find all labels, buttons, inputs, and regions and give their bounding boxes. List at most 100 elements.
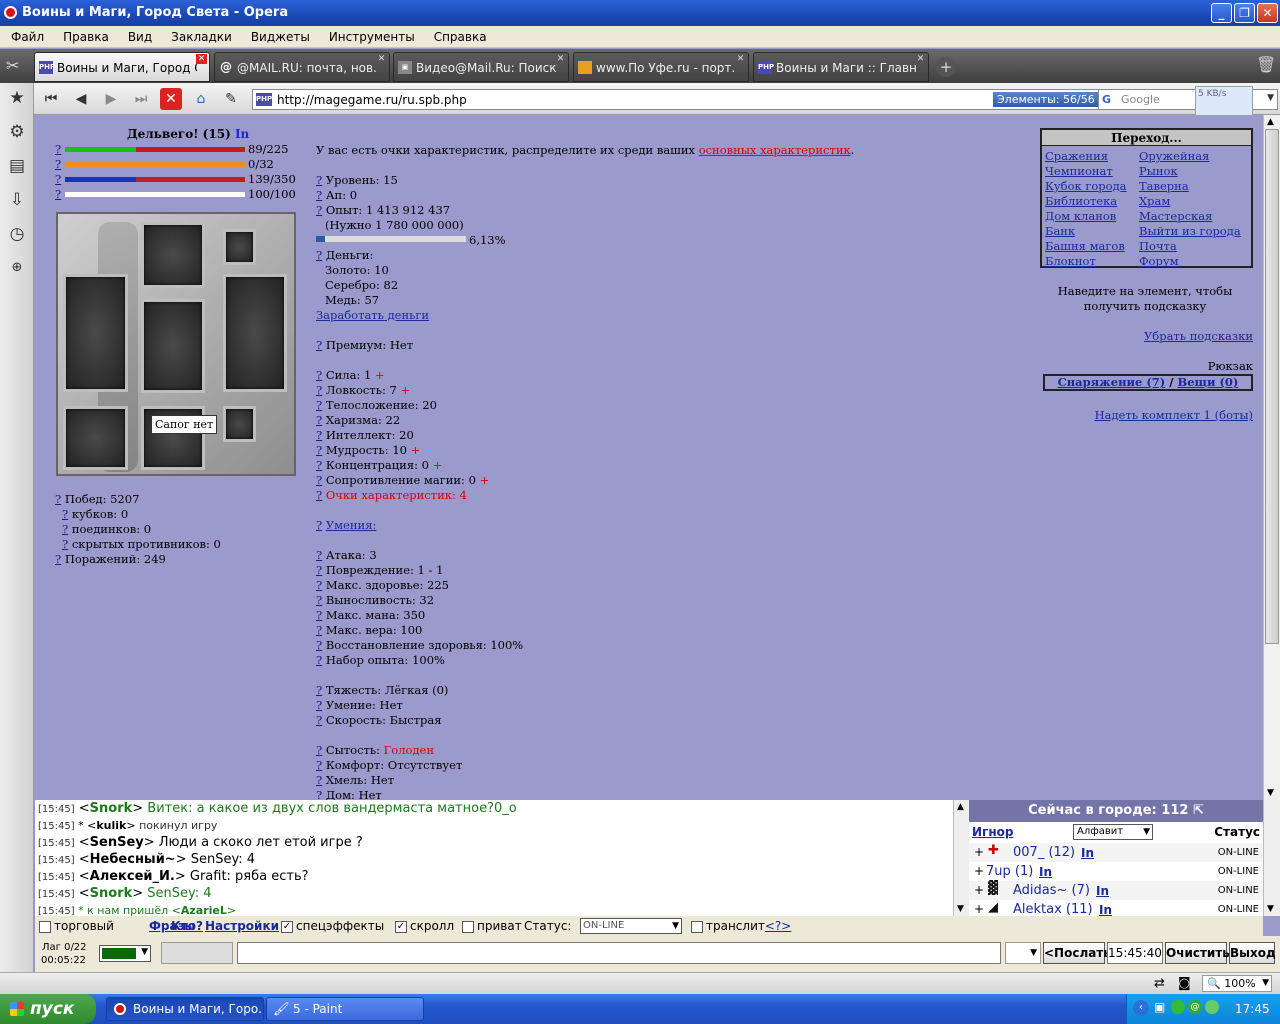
close-tab-icon[interactable]: ✕ xyxy=(196,54,207,64)
translit-option[interactable]: транслит<?> xyxy=(691,919,791,933)
send-button[interactable]: <Послать xyxy=(1043,942,1111,964)
help-link[interactable]: ? xyxy=(316,458,322,472)
clear-button[interactable]: Очистить xyxy=(1165,942,1230,964)
help-link[interactable]: ? xyxy=(316,383,322,397)
popout-icon[interactable]: ⇱ xyxy=(1193,803,1204,818)
online-user-name[interactable]: 007_ (12) xyxy=(1013,845,1075,860)
zoom-select[interactable]: 🔍 100% ▼ xyxy=(1202,975,1272,992)
help-link[interactable]: ? xyxy=(316,548,322,562)
help-link[interactable]: ? xyxy=(62,537,68,551)
address-bar[interactable]: PHP http://magegame.ru/ru.spb.php Элемен… xyxy=(252,89,1122,110)
help-link[interactable]: ? xyxy=(316,428,322,442)
help-link[interactable]: ? xyxy=(316,203,322,217)
ring-slot[interactable] xyxy=(223,406,256,442)
close-tab-icon[interactable]: ✕ xyxy=(735,54,746,64)
help-link[interactable]: ? xyxy=(316,608,322,622)
help-link[interactable]: ? xyxy=(316,638,322,652)
network-tray-icon[interactable]: ▣ xyxy=(1154,1000,1165,1014)
status-select[interactable]: ON-LINE ▼ xyxy=(580,918,682,934)
help-link[interactable]: ? xyxy=(316,563,322,577)
nav-link-right-0[interactable]: Оружейная xyxy=(1139,149,1241,164)
nav-link-left-4[interactable]: Дом кланов xyxy=(1045,209,1127,224)
ignore-link[interactable]: Игнор xyxy=(972,825,1013,839)
nav-link-right-2[interactable]: Таверна xyxy=(1139,179,1241,194)
private-checkbox[interactable] xyxy=(462,920,474,933)
chat-message-input[interactable] xyxy=(237,942,1001,964)
mana-help-link[interactable]: ? xyxy=(55,157,61,171)
agility-plus-button[interactable]: + xyxy=(401,383,411,397)
help-link[interactable]: ? xyxy=(316,593,322,607)
help-link[interactable]: ? xyxy=(316,413,322,427)
chat-nick[interactable]: Snork xyxy=(90,801,133,816)
task-opera[interactable]: Воины и Маги, Горо... xyxy=(106,997,264,1021)
help-link[interactable]: ? xyxy=(316,368,322,382)
back-icon[interactable]: ◀ xyxy=(70,88,92,110)
chat-nick[interactable]: kulik xyxy=(96,819,126,832)
trade-option[interactable]: торговый xyxy=(39,919,114,933)
nav-link-right-1[interactable]: Рынок xyxy=(1139,164,1241,179)
tab-warriors-main[interactable]: PHP Воины и Маги :: Главная ✕ xyxy=(753,52,929,82)
amulet-slot[interactable] xyxy=(223,229,256,265)
maximize-button[interactable]: ❐ xyxy=(1234,3,1255,23)
chat-nick[interactable]: Небесный~ xyxy=(90,852,176,867)
history-clock-icon[interactable]: ◷ xyxy=(6,223,28,245)
notes-icon[interactable]: ▤ xyxy=(6,155,28,177)
scroll-down-icon[interactable]: ▼ xyxy=(1267,904,1274,914)
gloves-slot[interactable] xyxy=(63,406,128,470)
transfers-icon[interactable]: ⇩ xyxy=(6,189,28,211)
user-in-link[interactable]: In xyxy=(1096,884,1109,898)
armor-slot[interactable] xyxy=(141,299,205,393)
trade-checkbox[interactable] xyxy=(39,920,51,933)
chat-nick[interactable]: SenSey xyxy=(90,835,144,850)
concentration-plus-button[interactable]: + xyxy=(433,458,443,472)
search-dropdown-icon[interactable]: ▼ xyxy=(1267,93,1274,103)
help-link[interactable]: ? xyxy=(316,698,322,712)
help-link[interactable]: ? xyxy=(316,788,322,800)
hp-help-link[interactable]: ? xyxy=(55,142,61,156)
help-link[interactable]: ? xyxy=(316,773,322,787)
settings-link[interactable]: Настройки xyxy=(205,919,279,933)
rewind-icon[interactable]: ⏮ xyxy=(40,88,62,110)
remove-hints-link[interactable]: Убрать подсказки xyxy=(1144,329,1253,343)
new-tab-button[interactable]: + xyxy=(936,57,956,77)
translit-checkbox[interactable] xyxy=(691,920,703,933)
fast-forward-icon[interactable]: ⏭ xyxy=(130,88,152,110)
user-in-link[interactable]: In xyxy=(1039,865,1052,879)
scroll-down-icon[interactable]: ▼ xyxy=(957,904,964,914)
faith-help-link[interactable]: ? xyxy=(55,172,61,186)
help-link[interactable]: ? xyxy=(316,473,322,487)
user-in-link[interactable]: In xyxy=(1081,846,1094,860)
help-link[interactable]: ? xyxy=(316,188,322,202)
online-scrollbar[interactable]: ▼ xyxy=(1263,800,1280,916)
wisdom-plus-button[interactable]: + xyxy=(411,443,421,457)
who-link[interactable]: Кто? xyxy=(171,919,203,933)
tray-arrow-icon[interactable]: ‹ xyxy=(1133,1000,1149,1016)
expand-user-icon[interactable]: + xyxy=(974,883,984,897)
home-icon[interactable]: ⌂ xyxy=(190,88,212,110)
chat-nick[interactable]: AzarieL xyxy=(181,904,227,916)
tools-icon[interactable]: ✂ xyxy=(6,56,19,75)
help-link[interactable]: ? xyxy=(316,398,322,412)
other-help-link[interactable]: ? xyxy=(55,187,61,201)
expand-user-icon[interactable]: + xyxy=(974,845,984,859)
help-link[interactable]: ? xyxy=(316,173,322,187)
close-tab-icon[interactable]: ✕ xyxy=(376,54,387,64)
close-tab-icon[interactable]: ✕ xyxy=(915,54,926,64)
nav-link-left-2[interactable]: Кубок города xyxy=(1045,179,1127,194)
magres-plus-button[interactable]: + xyxy=(480,473,490,487)
translit-help-link[interactable]: <?> xyxy=(765,919,791,933)
nav-link-left-0[interactable]: Сражения xyxy=(1045,149,1127,164)
help-link[interactable]: ? xyxy=(62,507,68,521)
camera-icon[interactable]: ◙ xyxy=(1178,976,1191,991)
tab-video-mailru[interactable]: ▣Видео@Mail.Ru: Поиск ...✕ xyxy=(393,52,569,82)
help-link[interactable]: ? xyxy=(316,713,322,727)
nav-link-right-7[interactable]: Форум xyxy=(1139,254,1241,269)
menu-bookmarks[interactable]: Закладки xyxy=(160,26,240,44)
help-link[interactable]: ? xyxy=(316,683,322,697)
nav-link-left-5[interactable]: Банк xyxy=(1045,224,1127,239)
nav-link-left-3[interactable]: Библиотека xyxy=(1045,194,1127,209)
effects-checkbox[interactable]: ✓ xyxy=(281,920,293,933)
effects-option[interactable]: ✓ спецэффекты xyxy=(281,919,384,933)
help-link[interactable]: ? xyxy=(55,492,61,506)
earn-money-link[interactable]: Заработать деньги xyxy=(316,308,429,322)
